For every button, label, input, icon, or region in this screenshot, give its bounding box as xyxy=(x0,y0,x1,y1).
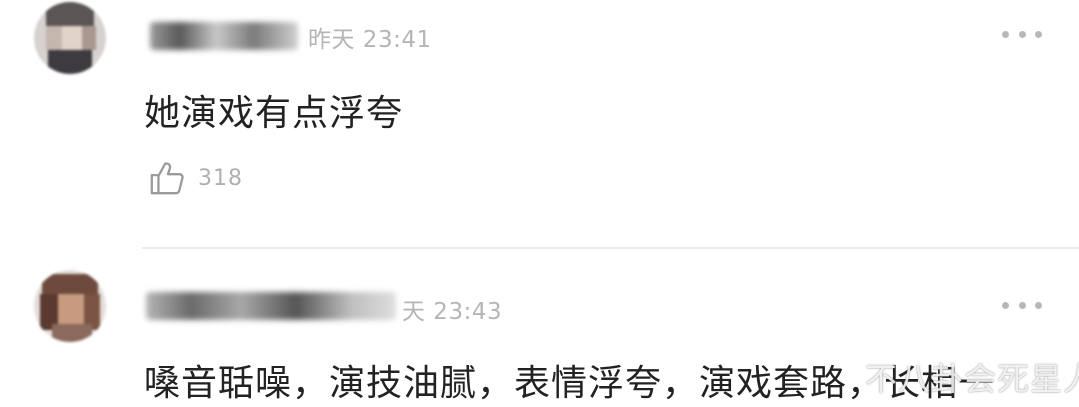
avatar[interactable] xyxy=(34,2,106,74)
avatar[interactable] xyxy=(34,270,106,342)
like-count: 318 xyxy=(198,165,243,191)
comment-divider xyxy=(142,247,1079,249)
more-dots-icon[interactable] xyxy=(1002,300,1042,310)
more-dots-icon[interactable] xyxy=(1002,29,1042,39)
username-blurred[interactable] xyxy=(150,22,298,50)
username-blurred[interactable] xyxy=(146,292,396,320)
comment-timestamp: 昨天 23:41 xyxy=(308,27,432,53)
watermark-text: 不八卦会死星人 xyxy=(865,360,1079,398)
comment-timestamp: 天 23:43 xyxy=(402,299,503,325)
comment-item: 昨天 23:41 她演戏有点浮夸 318 xyxy=(0,0,1079,249)
thumbs-up-icon xyxy=(150,162,184,195)
like-button[interactable]: 318 xyxy=(148,158,243,198)
comment-text: 她演戏有点浮夸 xyxy=(144,93,404,134)
